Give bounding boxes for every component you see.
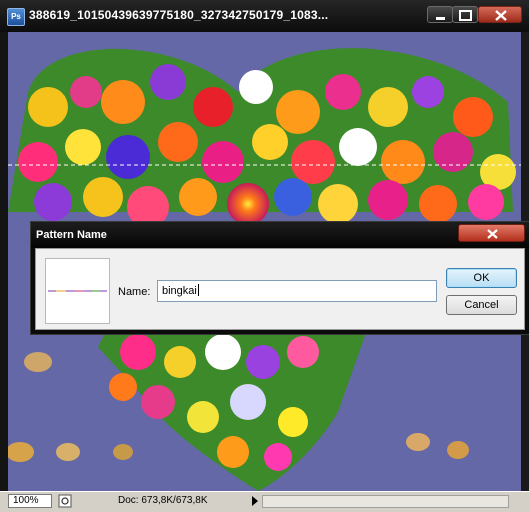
cancel-button[interactable]: Cancel: [446, 295, 517, 315]
close-button[interactable]: [478, 6, 522, 23]
dialog-titlebar[interactable]: Pattern Name: [31, 222, 529, 248]
left-edge: [0, 32, 8, 491]
document-titlebar[interactable]: Ps 388619_10150439639775180_327342750179…: [0, 0, 529, 32]
close-icon: [487, 229, 498, 239]
pattern-preview: [45, 258, 110, 324]
close-icon: [495, 10, 507, 21]
pattern-name-value: bingkai: [162, 285, 197, 297]
zoom-field[interactable]: 100%: [8, 494, 52, 508]
dialog-title: Pattern Name: [36, 229, 107, 241]
document-title: 388619_10150439639775180_327342750179_10…: [29, 8, 329, 22]
maximize-button[interactable]: [452, 6, 478, 23]
dialog-body: Name: bingkai OK Cancel: [35, 248, 525, 330]
minimize-icon: [436, 17, 445, 20]
maximize-icon: [459, 10, 472, 21]
name-label: Name:: [118, 286, 151, 298]
document-size-info: Doc: 673,8K/673,8K: [118, 495, 208, 506]
pattern-name-input[interactable]: bingkai: [157, 280, 437, 302]
pattern-preview-swatch: [48, 290, 107, 292]
horizontal-scrollbar[interactable]: [262, 495, 509, 508]
minimize-button[interactable]: [427, 6, 453, 23]
ok-button[interactable]: OK: [446, 268, 517, 288]
dialog-close-button[interactable]: [458, 224, 525, 242]
pattern-name-dialog: Pattern Name Name: bingkai OK Cancel: [31, 222, 529, 334]
status-bar: 100% Doc: 673,8K/673,8K: [0, 491, 529, 512]
photoshop-app-icon: Ps: [7, 8, 25, 26]
status-sheet-icon[interactable]: [58, 494, 72, 508]
text-caret: [197, 284, 199, 296]
status-menu-arrow-icon[interactable]: [251, 496, 259, 506]
